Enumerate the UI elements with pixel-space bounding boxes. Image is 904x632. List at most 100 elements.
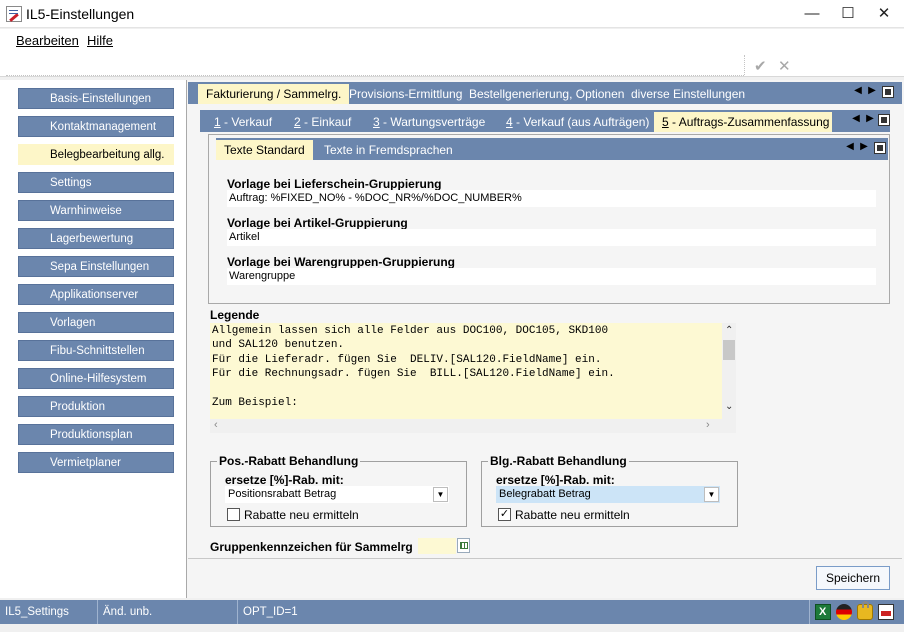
tab3-scroll-right-icon[interactable]: ▶ xyxy=(858,141,870,152)
maximize-button[interactable]: ☐ xyxy=(830,0,866,28)
blg-rabatt-select-value: Belegrabatt Betrag xyxy=(499,488,591,500)
tab-provisions-ermittlung[interactable]: Provisions-Ermittlung xyxy=(341,84,470,104)
scroll-left-icon[interactable]: ‹ xyxy=(214,419,218,431)
blg-rabatt-sublabel: ersetze [%]-Rab. mit: xyxy=(496,473,615,487)
menu-hilfe[interactable]: Hilfe xyxy=(87,33,113,48)
gruppenkennzeichen-field[interactable] xyxy=(418,538,456,554)
tab-verkauf[interactable]: 1 - Verkauf xyxy=(206,112,280,132)
tab-bestellgenerierung[interactable]: Bestellgenerierung, Optionen xyxy=(461,84,632,104)
sidebar-item-settings[interactable]: Settings xyxy=(18,172,174,193)
tab-einkauf-num: 2 xyxy=(294,115,301,129)
tab3-scroll-left-icon[interactable]: ◀ xyxy=(844,141,856,152)
status-change: Änd. unb. xyxy=(98,600,238,624)
tab2-scroll-right-icon[interactable]: ▶ xyxy=(864,113,876,124)
scroll-right-icon[interactable]: › xyxy=(706,419,710,431)
sidebar-item-online-hilfesystem[interactable]: Online-Hilfesystem xyxy=(18,368,174,389)
menu-bearbeiten-label: Bearbeiten xyxy=(16,33,79,48)
sidebar-item-lagerbewertung[interactable]: Lagerbewertung xyxy=(18,228,174,249)
tab-auftrags-zusammenfassung-num: 5 xyxy=(662,115,669,129)
tab-diverse-einstellungen[interactable]: diverse Einstellungen xyxy=(623,84,753,104)
sidebar-item-sepa-einstellungen[interactable]: Sepa Einstellungen xyxy=(18,256,174,277)
gruppenkennzeichen-label: Gruppenkennzeichen für Sammelrg xyxy=(210,540,413,554)
status-bar: IL5_Settings Änd. unb. OPT_ID=1 X xyxy=(0,600,904,624)
tab-texte-fremdsprachen[interactable]: Texte in Fremdsprachen xyxy=(316,140,461,160)
tab-wartungsvertraege[interactable]: 3 - Wartungsverträge xyxy=(365,112,493,132)
sidebar-item-vorlagen[interactable]: Vorlagen xyxy=(18,312,174,333)
chevron-down-icon[interactable]: ▼ xyxy=(704,487,719,502)
sidebar-item-vermietplaner[interactable]: Vermietplaner xyxy=(18,452,174,473)
second-tab-strip: 1 - Verkauf 2 - Einkauf 3 - Wartungsvert… xyxy=(200,110,890,132)
tab-einkauf[interactable]: 2 - Einkauf xyxy=(286,112,359,132)
close-button[interactable]: ✕ xyxy=(866,0,902,28)
tab-wartungsvertraege-num: 3 xyxy=(373,115,380,129)
artikel-field[interactable]: Artikel xyxy=(227,229,876,246)
toolbar-divider xyxy=(744,55,745,75)
sidebar-item-fibu-schnittstellen[interactable]: Fibu-Schnittstellen xyxy=(18,340,174,361)
confirm-icon[interactable]: ✔ xyxy=(754,57,767,75)
chevron-down-icon[interactable]: ▼ xyxy=(433,487,448,502)
pos-rabatt-sublabel: ersetze [%]-Rab. mit: xyxy=(225,473,344,487)
tab-auftrags-zusammenfassung[interactable]: 5 - Auftrags-Zusammenfassung xyxy=(654,112,832,132)
tab-verkauf-auftraege-label: - Verkauf (aus Aufträgen) xyxy=(512,115,650,129)
tab-close-icon[interactable] xyxy=(882,86,894,98)
language-de-icon[interactable] xyxy=(836,604,852,620)
tab-texte-standard[interactable]: Texte Standard xyxy=(216,140,313,160)
warengruppen-field[interactable]: Warengruppe xyxy=(227,268,876,285)
excel-icon[interactable]: X xyxy=(815,604,831,620)
blg-rabatt-select[interactable]: Belegrabatt Betrag ▼ xyxy=(496,486,720,503)
tab-verkauf-num: 1 xyxy=(214,115,221,129)
title-bar: IL5-Einstellungen — ☐ ✕ xyxy=(0,0,904,28)
warengruppen-label: Vorlage bei Warengruppen-Gruppierung xyxy=(227,255,456,269)
sidebar-item-basis-einstellungen[interactable]: Basis-Einstellungen xyxy=(18,88,174,109)
blg-rabatt-checkbox[interactable]: ✓ xyxy=(498,508,511,521)
legend-title: Legende xyxy=(210,308,260,322)
tab2-scroll-left-icon[interactable]: ◀ xyxy=(850,113,862,124)
sidebar-item-belegbearbeitung[interactable]: Belegbearbeitung allg. xyxy=(18,144,174,165)
menu-bearbeiten[interactable]: Bearbeiten xyxy=(16,33,79,48)
pos-rabatt-select[interactable]: Positionsrabatt Betrag ▼ xyxy=(225,486,449,503)
lieferschein-label: Vorlage bei Lieferschein-Gruppierung xyxy=(227,177,442,191)
status-module: IL5_Settings xyxy=(0,600,98,624)
tab-fakturierung[interactable]: Fakturierung / Sammelrg. xyxy=(198,84,350,104)
pos-rabatt-select-value: Positionsrabatt Betrag xyxy=(228,488,337,500)
tab-wartungsvertraege-label: - Wartungsverträge xyxy=(379,115,486,129)
legend-vscrollbar[interactable]: ⌃ ⌄ xyxy=(722,323,736,419)
lock-icon[interactable] xyxy=(857,601,873,620)
menu-hilfe-label: Hilfe xyxy=(87,33,114,48)
tab-verkauf-label: - Verkauf xyxy=(220,115,273,129)
minimize-button[interactable]: — xyxy=(794,0,830,28)
lieferschein-field[interactable]: Auftrag: %FIXED_NO% - %DOC_NR%/%DOC_NUMB… xyxy=(227,190,876,207)
scroll-down-icon[interactable]: ⌄ xyxy=(725,401,733,412)
window-title: IL5-Einstellungen xyxy=(26,6,135,22)
bottom-divider xyxy=(188,558,902,559)
tab-scroll-right-icon[interactable]: ▶ xyxy=(866,85,878,96)
scroll-up-icon[interactable]: ⌃ xyxy=(725,325,733,336)
sidebar-item-kontaktmanagement[interactable]: Kontaktmanagement xyxy=(18,116,174,137)
printer-icon[interactable] xyxy=(878,604,894,620)
artikel-label: Vorlage bei Artikel-Gruppierung xyxy=(227,216,408,230)
lookup-grid-icon[interactable] xyxy=(457,538,470,553)
third-tab-strip: Texte Standard Texte in Fremdsprachen ◀ … xyxy=(216,138,888,160)
status-opt-id: OPT_ID=1 xyxy=(238,600,810,624)
sidebar-item-warnhinweise[interactable]: Warnhinweise xyxy=(18,200,174,221)
tab3-close-icon[interactable] xyxy=(874,142,886,154)
legend-scroll-thumb[interactable] xyxy=(723,340,735,360)
menu-bar: Bearbeiten Hilfe ✔ ✕ xyxy=(0,29,904,77)
cancel-icon[interactable]: ✕ xyxy=(778,57,791,75)
blg-rabatt-title: Blg.-Rabatt Behandlung xyxy=(488,454,629,468)
tab-scroll-left-icon[interactable]: ◀ xyxy=(852,85,864,96)
save-button[interactable]: Speichern xyxy=(816,566,890,590)
legend-hscrollbar[interactable]: ‹ › xyxy=(210,419,736,433)
sidebar-item-produktionsplan[interactable]: Produktionsplan xyxy=(18,424,174,445)
tab-auftrags-zusammenfassung-label: - Auftrags-Zusammenfassung xyxy=(668,115,830,129)
tab-verkauf-auftraege[interactable]: 4 - Verkauf (aus Aufträgen) xyxy=(498,112,657,132)
pos-rabatt-title: Pos.-Rabatt Behandlung xyxy=(217,454,361,468)
sidebar-item-produktion[interactable]: Produktion xyxy=(18,396,174,417)
pos-rabatt-checkbox[interactable] xyxy=(227,508,240,521)
pos-rabatt-group: Pos.-Rabatt Behandlung ersetze [%]-Rab. … xyxy=(210,454,467,527)
app-icon xyxy=(6,6,22,22)
top-tab-strip: Fakturierung / Sammelrg. Provisions-Ermi… xyxy=(188,82,902,104)
tab2-close-icon[interactable] xyxy=(878,114,890,126)
sidebar-item-applikationserver[interactable]: Applikationserver xyxy=(18,284,174,305)
legend-text[interactable]: Allgemein lassen sich alle Felder aus DO… xyxy=(210,323,722,419)
